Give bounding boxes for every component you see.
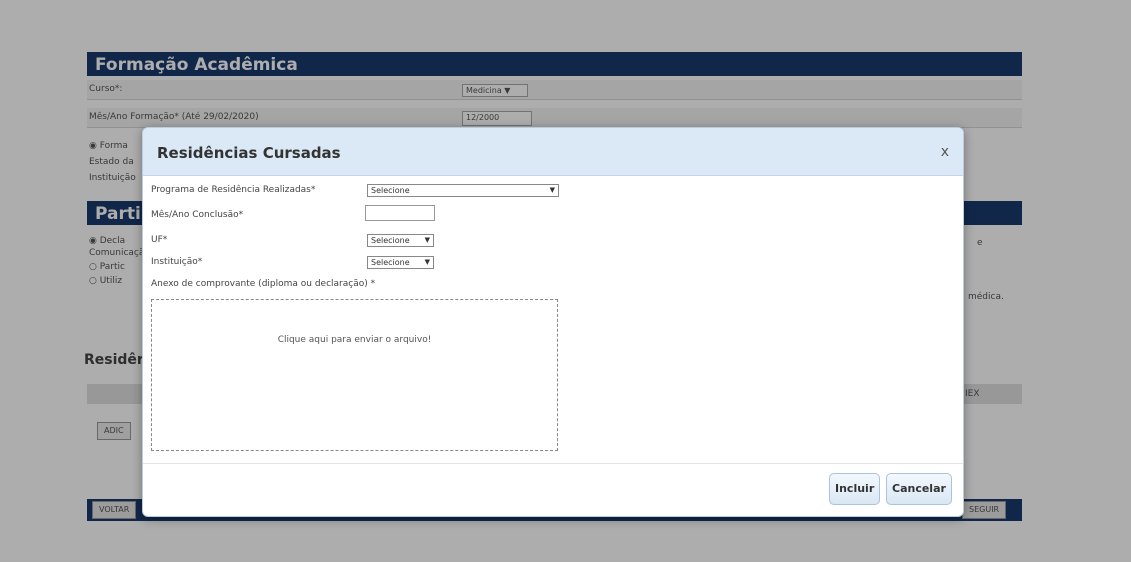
chevron-down-icon: ▼ (549, 186, 555, 194)
residencias-modal: Residências Cursadas x Programa de Resid… (142, 127, 964, 517)
uf-label: UF* (151, 235, 168, 245)
cancelar-button[interactable]: Cancelar (886, 473, 952, 505)
uf-select[interactable]: Selecione ▼ (367, 234, 434, 247)
modal-title: Residências Cursadas (157, 144, 341, 162)
instituicao-select[interactable]: Selecione ▼ (367, 256, 434, 269)
programa-select[interactable]: Selecione ▼ (367, 184, 559, 197)
modal-header: Residências Cursadas x (143, 128, 963, 176)
uf-select-value: Selecione (371, 236, 410, 245)
instituicao-select-value: Selecione (371, 258, 410, 267)
close-icon[interactable]: x (941, 144, 949, 160)
incluir-button[interactable]: Incluir (829, 473, 881, 505)
mes-ano-conclusao-label: Mês/Ano Conclusão* (151, 210, 244, 220)
mes-ano-conclusao-input[interactable] (365, 205, 435, 221)
programa-select-value: Selecione (371, 186, 410, 195)
anexo-label: Anexo de comprovante (diploma ou declara… (151, 279, 376, 289)
dropzone-text: Clique aqui para enviar o arquivo! (277, 335, 432, 345)
chevron-down-icon: ▼ (424, 236, 430, 244)
file-dropzone[interactable]: Clique aqui para enviar o arquivo! (151, 299, 558, 451)
instituicao-label: Instituição* (151, 257, 203, 267)
chevron-down-icon: ▼ (424, 258, 430, 266)
programa-label: Programa de Residência Realizadas* (151, 185, 316, 195)
